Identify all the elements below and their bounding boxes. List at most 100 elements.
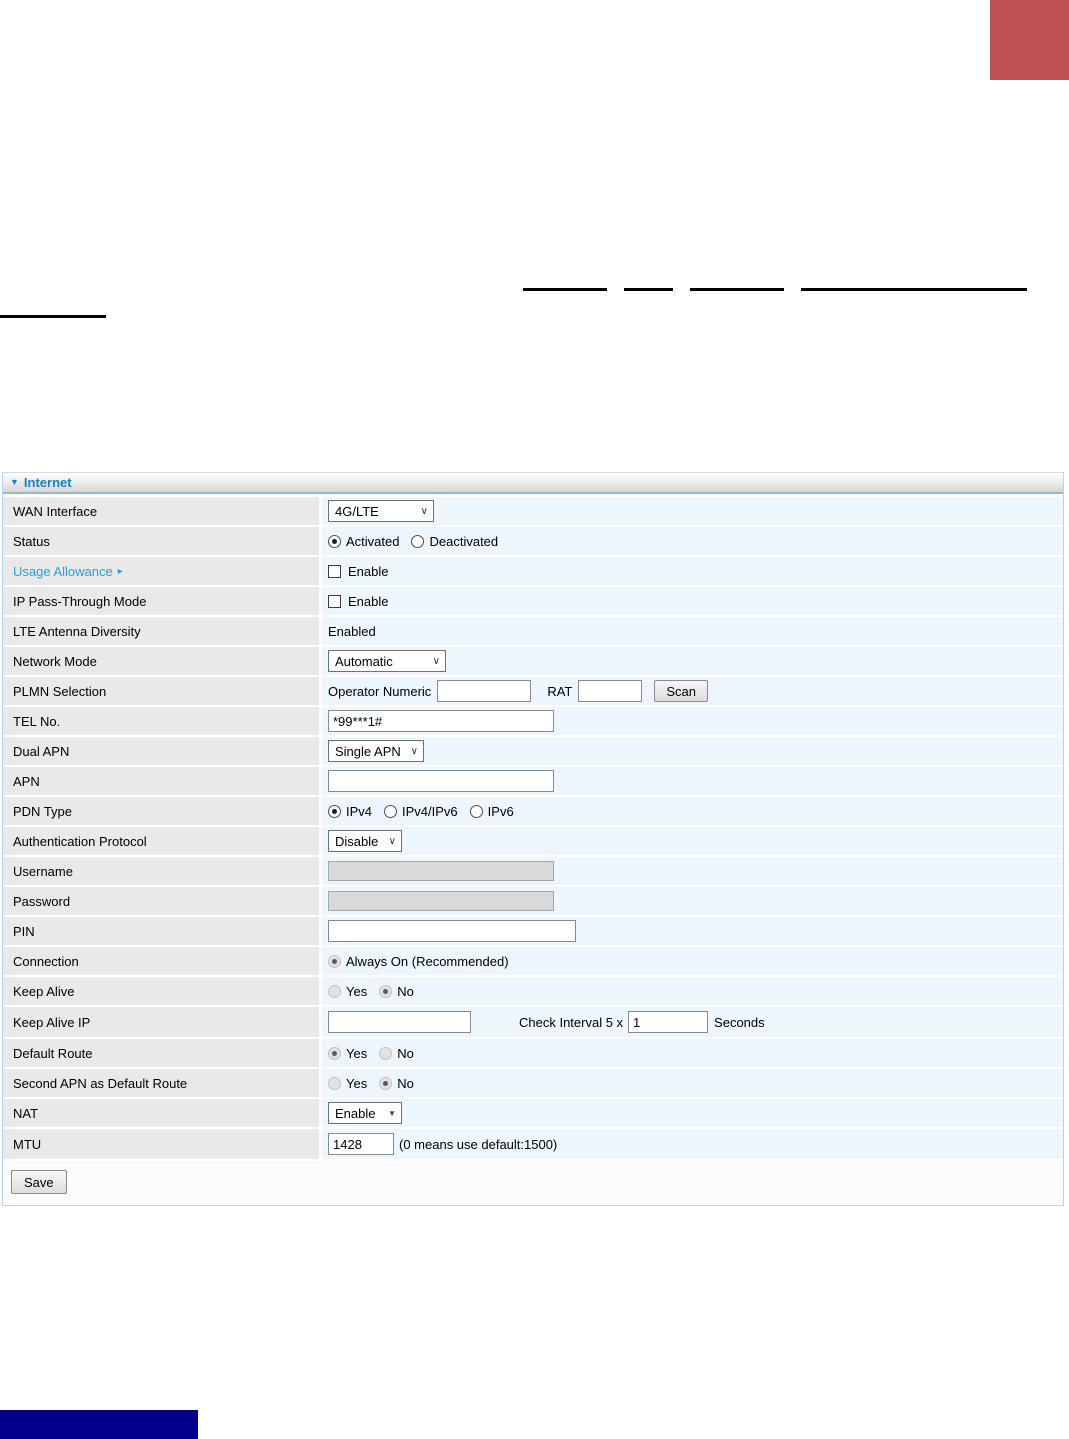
- radio-label: No: [397, 1045, 414, 1061]
- rat-input[interactable]: [578, 680, 643, 702]
- row-username: Username: [3, 857, 1063, 885]
- field-label: NAT: [13, 1105, 39, 1121]
- radio-keep-alive-yes: [328, 984, 341, 998]
- field-label: Status: [13, 533, 50, 549]
- radio-default-route-yes: [328, 1046, 341, 1060]
- chevron-down-icon: ∨: [432, 655, 440, 667]
- field-label: Network Mode: [13, 653, 97, 669]
- radio-default-route-no: [379, 1046, 393, 1060]
- field-label: Default Route: [13, 1045, 93, 1061]
- panel-header[interactable]: ▼ Internet: [3, 472, 1063, 494]
- radio-ipv4-ipv6[interactable]: [384, 804, 398, 818]
- scan-button[interactable]: Scan: [654, 680, 708, 702]
- save-button[interactable]: Save: [11, 1170, 67, 1194]
- radio-label: No: [397, 1075, 414, 1091]
- password-input: [328, 891, 554, 911]
- blank-underline: [624, 288, 673, 291]
- radio-second-apn-no: [379, 1076, 393, 1090]
- row-second-apn-default-route: Second APN as Default Route Yes No: [3, 1069, 1063, 1097]
- row-connection: Connection Always On (Recommended): [3, 947, 1063, 975]
- link-label: Usage Allowance: [13, 563, 113, 579]
- row-pin: PIN: [3, 917, 1063, 945]
- row-authentication-protocol: Authentication Protocol Disable ∨: [3, 827, 1063, 855]
- radio-ipv6[interactable]: [469, 804, 483, 818]
- check-interval-label: Check Interval 5 x: [519, 1014, 624, 1030]
- selected-value: 4G/LTE: [335, 503, 379, 519]
- row-password: Password: [3, 887, 1063, 915]
- selected-value: Automatic: [335, 653, 393, 669]
- pin-input[interactable]: [328, 920, 576, 942]
- radio-deactivated[interactable]: [411, 534, 425, 548]
- blank-underline: [801, 288, 1027, 291]
- save-row: Save: [3, 1161, 1063, 1205]
- radio-always-on: [328, 954, 341, 968]
- blank-underline: [523, 288, 607, 291]
- bottom-left-decoration-block: [0, 1410, 198, 1439]
- field-label: PLMN Selection: [13, 683, 107, 699]
- usage-allowance-enable-checkbox[interactable]: [328, 564, 341, 578]
- checkbox-label: Enable: [348, 563, 389, 579]
- selected-value: Single APN: [335, 743, 401, 759]
- row-status: Status Activated Deactivated: [3, 527, 1063, 555]
- checkbox-label: Enable: [348, 593, 389, 609]
- wan-interface-select[interactable]: 4G/LTE ∨: [328, 500, 434, 522]
- selected-value: Enable: [335, 1105, 376, 1121]
- collapse-triangle-icon: ▼: [10, 477, 19, 487]
- field-label: TEL No.: [13, 713, 61, 729]
- blank-underline: [0, 315, 106, 318]
- field-label: Dual APN: [13, 743, 70, 759]
- row-nat: NAT Enable ▼: [3, 1099, 1063, 1127]
- apn-input[interactable]: [328, 770, 554, 792]
- radio-keep-alive-no: [379, 984, 393, 998]
- row-default-route: Default Route Yes No: [3, 1039, 1063, 1067]
- internet-panel: ▼ Internet WAN Interface 4G/LTE ∨ Status…: [2, 472, 1064, 1206]
- radio-activated[interactable]: [328, 534, 341, 548]
- field-label: Password: [13, 893, 71, 909]
- field-label: Connection: [13, 953, 79, 969]
- chevron-down-icon: ∨: [420, 505, 428, 517]
- row-ip-pass-through: IP Pass-Through Mode Enable: [3, 587, 1063, 615]
- field-label: PIN: [13, 923, 35, 939]
- row-usage-allowance: Usage Allowance ▸ Enable: [3, 557, 1063, 585]
- link-arrow-icon: ▸: [117, 565, 123, 577]
- panel-title: Internet: [23, 475, 72, 490]
- network-mode-select[interactable]: Automatic ∨: [328, 650, 446, 672]
- usage-allowance-link[interactable]: Usage Allowance ▸: [13, 564, 123, 579]
- field-label: WAN Interface: [13, 503, 98, 519]
- radio-second-apn-yes: [328, 1076, 341, 1090]
- dual-apn-select[interactable]: Single APN ∨: [328, 740, 424, 762]
- radio-label: Yes: [346, 1075, 368, 1091]
- row-dual-apn: Dual APN Single APN ∨: [3, 737, 1063, 765]
- field-label: Second APN as Default Route: [13, 1075, 188, 1091]
- static-value: Enabled: [328, 623, 376, 639]
- mtu-input[interactable]: [328, 1133, 394, 1155]
- row-mtu: MTU (0 means use default:1500): [3, 1129, 1063, 1159]
- username-input: [328, 861, 554, 881]
- row-apn: APN: [3, 767, 1063, 795]
- field-label: Keep Alive: [13, 983, 75, 999]
- nat-select[interactable]: Enable ▼: [328, 1102, 402, 1124]
- operator-numeric-input[interactable]: [437, 680, 532, 702]
- blank-underline: [690, 288, 784, 291]
- tel-no-input[interactable]: [328, 710, 554, 732]
- field-label: Username: [13, 863, 73, 879]
- radio-ipv4[interactable]: [328, 804, 341, 818]
- radio-label: No: [397, 983, 414, 999]
- row-wan-interface: WAN Interface 4G/LTE ∨: [3, 497, 1063, 525]
- radio-label: Activated: [346, 533, 400, 549]
- row-tel-no: TEL No.: [3, 707, 1063, 735]
- triangle-down-icon: ▼: [388, 1108, 396, 1118]
- field-label: APN: [13, 773, 40, 789]
- row-pdn-type: PDN Type IPv4 IPv4/IPv6 IPv6: [3, 797, 1063, 825]
- ip-pass-through-enable-checkbox[interactable]: [328, 594, 341, 608]
- radio-label: Always On (Recommended): [346, 953, 509, 969]
- field-label: MTU: [13, 1136, 42, 1152]
- row-network-mode: Network Mode Automatic ∨: [3, 647, 1063, 675]
- check-interval-input[interactable]: [628, 1011, 709, 1033]
- operator-numeric-label: Operator Numeric: [328, 683, 432, 699]
- authentication-protocol-select[interactable]: Disable ∨: [328, 830, 402, 852]
- field-label: IP Pass-Through Mode: [13, 593, 147, 609]
- keep-alive-ip-input[interactable]: [328, 1011, 471, 1033]
- radio-label: IPv6: [487, 803, 514, 819]
- selected-value: Disable: [335, 833, 379, 849]
